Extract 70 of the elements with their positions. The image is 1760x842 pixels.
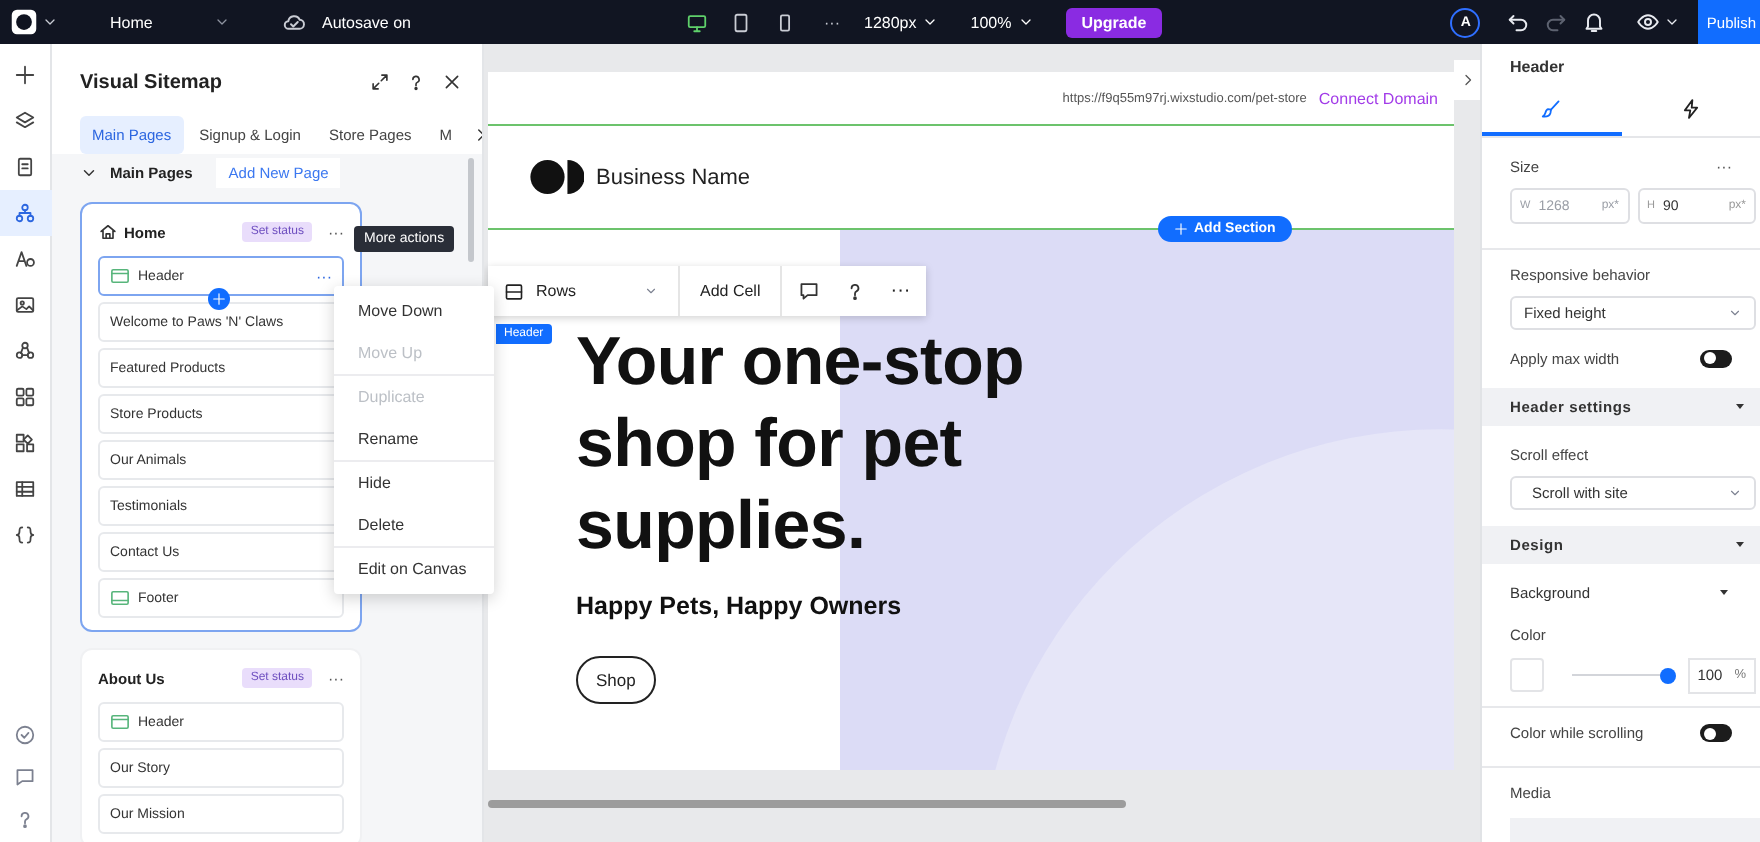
add-cell-button[interactable]: Add Cell xyxy=(680,266,783,316)
caret-icon xyxy=(644,284,658,298)
caret-icon xyxy=(922,14,939,30)
expand-icon[interactable] xyxy=(370,72,390,92)
lightning-icon xyxy=(1679,97,1702,119)
hero-subheading: Happy Pets, Happy Owners xyxy=(576,592,904,620)
layers-icon xyxy=(14,110,36,132)
toggle-switch[interactable] xyxy=(1700,724,1732,743)
brand-logo-icon xyxy=(530,158,584,196)
preview-button[interactable] xyxy=(1636,10,1681,34)
slider-thumb[interactable] xyxy=(1659,667,1676,684)
color-swatch[interactable] xyxy=(1510,658,1544,693)
cloud-check-icon xyxy=(282,10,306,34)
plus-icon xyxy=(14,64,36,86)
plus-icon xyxy=(1174,222,1188,236)
add-section-button[interactable] xyxy=(208,288,230,310)
scrollbar[interactable] xyxy=(488,800,1126,808)
rows-icon xyxy=(504,281,524,301)
bell-icon[interactable] xyxy=(1582,10,1607,34)
more-button[interactable]: ··· xyxy=(328,223,344,241)
more-button[interactable]: ··· xyxy=(890,280,911,302)
header-section-icon xyxy=(110,266,130,286)
braces-icon xyxy=(14,524,36,546)
chat-icon[interactable] xyxy=(14,766,36,788)
blocks-icon xyxy=(14,432,36,454)
page-icon xyxy=(14,156,36,178)
upgrade-button[interactable]: Upgrade xyxy=(1065,7,1163,37)
business-name: Business Name xyxy=(596,165,751,189)
close-icon[interactable] xyxy=(442,72,462,92)
caret-icon xyxy=(1728,485,1742,500)
help-icon[interactable] xyxy=(406,72,426,92)
caret-icon xyxy=(1728,305,1742,320)
chevron-right-icon xyxy=(1459,72,1475,88)
undo-icon[interactable] xyxy=(1506,10,1531,34)
caret-icon xyxy=(214,14,230,30)
more-button[interactable]: ··· xyxy=(328,669,344,687)
caret-icon xyxy=(1664,14,1681,30)
width-dropdown[interactable]: 1280px xyxy=(864,13,939,31)
caret-icon[interactable] xyxy=(42,14,58,30)
nodes-icon xyxy=(14,340,36,362)
eye-icon xyxy=(1636,10,1661,34)
brush-icon xyxy=(1540,97,1563,119)
header-section-icon xyxy=(110,712,130,732)
panel-title: Header xyxy=(1508,56,1567,80)
desktop-icon xyxy=(685,11,707,33)
scrollbar[interactable] xyxy=(468,158,474,262)
typography-icon xyxy=(14,248,36,270)
sitemap-icon xyxy=(14,202,36,224)
more-button[interactable]: ··· xyxy=(1716,158,1732,177)
connect-domain-link[interactable]: Connect Domain xyxy=(1318,89,1438,107)
sitemap-button[interactable] xyxy=(0,190,51,236)
autosave-status: Autosave on xyxy=(322,13,411,31)
tablet-icon xyxy=(729,11,751,33)
more-button[interactable]: ··· xyxy=(824,13,840,31)
panel-title: Visual Sitemap xyxy=(80,71,224,93)
more-actions-button[interactable]: ··· xyxy=(316,267,332,285)
comment-icon[interactable] xyxy=(798,280,821,302)
table-icon xyxy=(14,478,36,500)
toggle-switch[interactable] xyxy=(1700,349,1732,368)
footer-section-icon xyxy=(110,588,130,608)
grid-icon xyxy=(14,386,36,408)
hero-heading: Your one-stop shop for pet supplies. xyxy=(576,322,1027,568)
caret-icon xyxy=(1017,14,1034,30)
shop-button[interactable]: Shop xyxy=(576,656,656,704)
check-circle-icon[interactable] xyxy=(14,724,36,746)
page-dropdown[interactable]: Home xyxy=(110,13,230,31)
image-icon xyxy=(14,294,36,316)
zoom-dropdown[interactable]: 100% xyxy=(970,13,1034,31)
logo-icon[interactable] xyxy=(10,8,38,36)
plus-icon xyxy=(212,292,226,306)
